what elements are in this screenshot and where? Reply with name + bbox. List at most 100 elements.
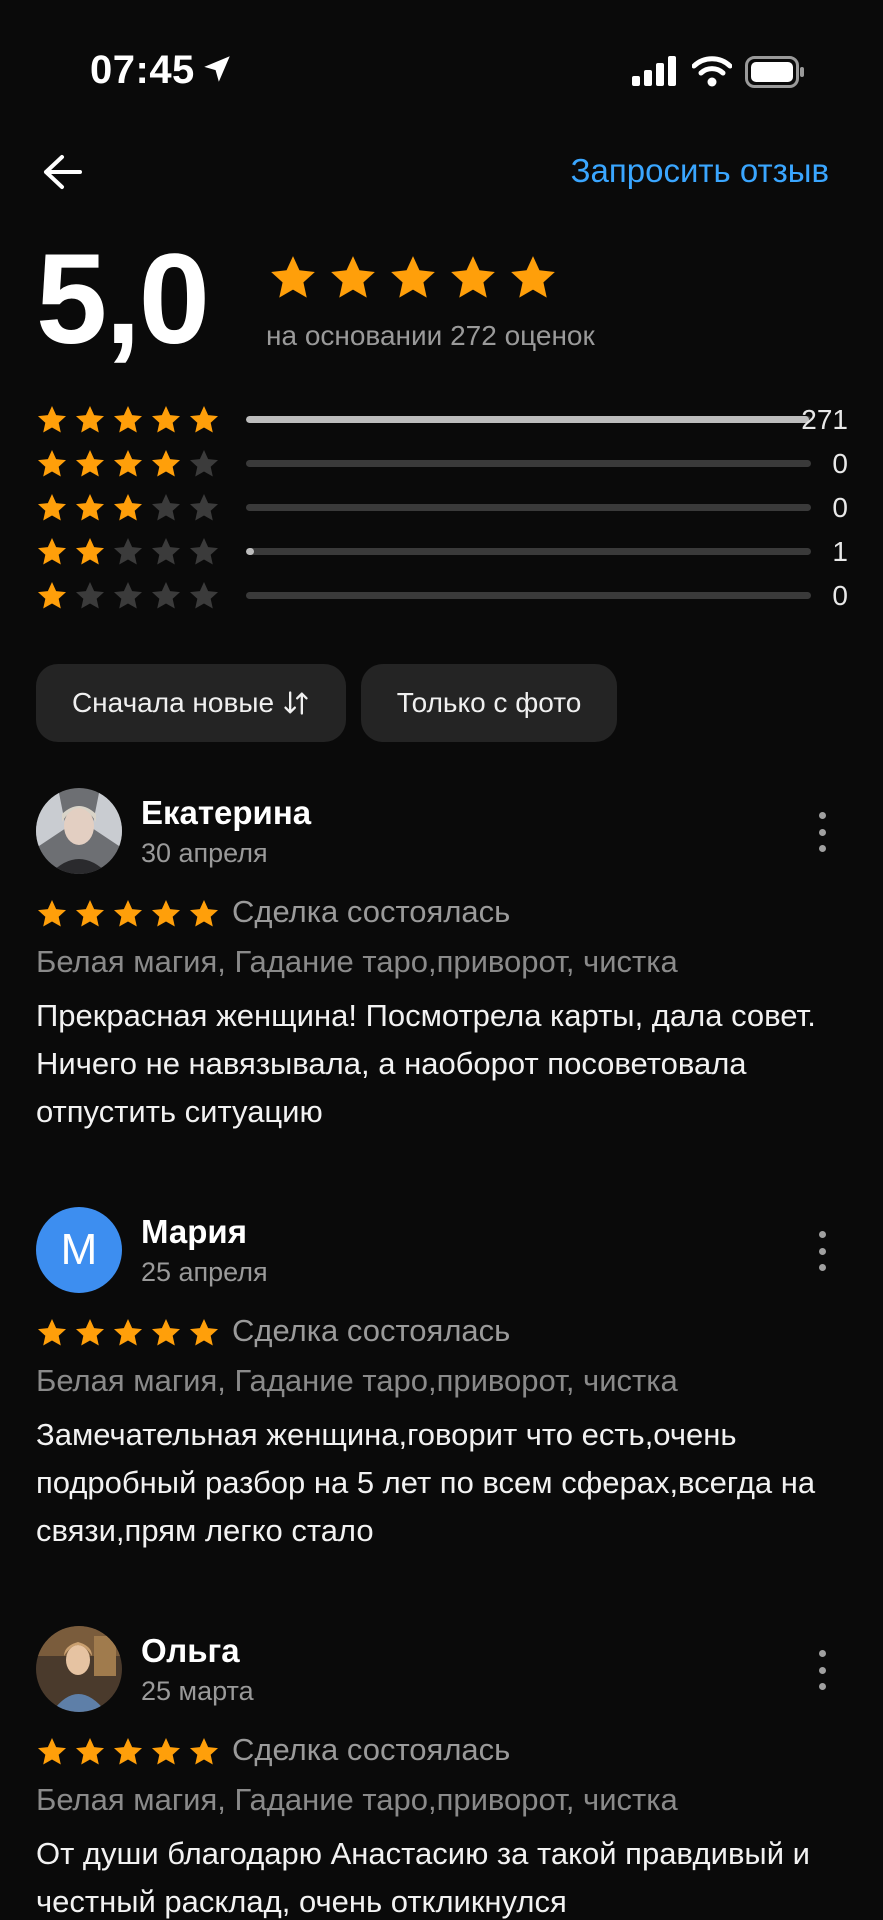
star-icon [38,1319,66,1346]
star-icon [38,582,66,609]
star-icon [38,1738,66,1765]
star-icon [114,1738,142,1765]
star-icon [391,256,435,298]
sort-arrows-icon [284,691,308,715]
rating-row-4: 0 [36,444,848,484]
rating-bar [246,504,811,511]
review-stars [36,1317,220,1349]
star-icon [331,256,375,298]
star-icon [114,582,142,609]
star-icon [271,256,315,298]
rating-row-2: 1 [36,532,848,572]
star-icon [76,1738,104,1765]
star-icon [152,582,180,609]
rating-count: 1 [832,536,848,567]
rating-count: 271 [801,404,848,435]
review-card: Екатерина 30 апреля Сделка состоялась Бе… [36,788,848,1138]
review-text: Замечательная женщина,говорит что есть,о… [36,1417,816,1548]
review-author: Екатерина [141,794,312,831]
rating-row-3: 0 [36,488,848,528]
more-options-icon[interactable] [812,1650,832,1690]
review-date: 25 апреля [141,1257,268,1287]
review-text: От души благодарю Анастасию за такой пра… [36,1836,810,1919]
star-icon [511,256,555,298]
avatar[interactable] [36,1626,122,1712]
star-icon [152,900,180,927]
rating-count: 0 [832,492,848,523]
deal-status: Сделка состоялась [232,1732,511,1767]
rating-count: 0 [832,448,848,479]
rating-bar [246,416,811,423]
star-icon [76,582,104,609]
star-icon [38,450,66,477]
battery-icon [745,56,804,88]
star-icon [38,538,66,565]
star-icon [152,1319,180,1346]
review-date: 30 апреля [141,838,268,868]
review-card: Ольга 25 марта Сделка состоялась Белая м… [36,1626,848,1920]
star-icon [38,494,66,521]
star-icon [38,406,66,433]
status-time: 07:45 [90,48,195,92]
star-icon [152,494,180,521]
star-icon [114,538,142,565]
back-button[interactable] [36,146,88,198]
star-icon [190,1319,218,1346]
rating-row-1: 0 [36,576,848,616]
star-icon [76,494,104,521]
review-stars [36,898,220,930]
star-icon [38,900,66,927]
average-rating-stars [268,253,558,303]
rating-bar [246,460,811,467]
avatar[interactable] [36,788,122,874]
review-author: Мария [141,1213,247,1250]
star-icon [76,538,104,565]
rating-count-caption: на основании 272 оценок [266,320,595,351]
deal-status: Сделка состоялась [232,1313,511,1348]
review-author: Ольга [141,1632,240,1669]
avatar[interactable]: М [36,1207,122,1293]
arrow-left-icon [44,155,82,189]
row-stars [36,580,220,612]
star-icon [76,900,104,927]
row-stars [36,448,220,480]
more-options-icon[interactable] [812,812,832,852]
star-icon [114,494,142,521]
sort-chip-label: Сначала новые [71,687,275,718]
wifi-icon [692,56,732,87]
photo-only-chip[interactable]: Только с фото [361,664,617,742]
star-icon [190,900,218,927]
star-icon [76,1319,104,1346]
star-icon [114,900,142,927]
deal-status: Сделка состоялась [232,894,511,929]
review-date: 25 марта [141,1676,254,1706]
rating-bar-fill [246,416,809,423]
star-icon [76,450,104,477]
cellular-signal-icon [632,56,676,86]
request-review-link[interactable]: Запросить отзыв [571,152,829,190]
star-icon [190,450,218,477]
review-categories: Белая магия, Гадание таро,приворот, чист… [36,1782,678,1817]
star-icon [152,406,180,433]
rating-bar [246,592,811,599]
star-icon [451,256,495,298]
rating-bar-fill [246,548,255,555]
review-text: Прекрасная женщина! Посмотрела карты, да… [36,998,816,1129]
review-categories: Белая магия, Гадание таро,приворот, чист… [36,944,678,979]
star-icon [114,406,142,433]
more-options-icon[interactable] [812,1231,832,1271]
review-categories: Белая магия, Гадание таро,приворот, чист… [36,1363,678,1398]
rating-count: 0 [832,580,848,611]
row-stars [36,536,220,568]
star-icon [190,582,218,609]
star-icon [114,450,142,477]
star-icon [76,406,104,433]
row-stars [36,492,220,524]
user-photo-icon [36,788,122,874]
review-stars [36,1736,220,1768]
location-arrow-icon [204,56,230,82]
rating-row-5: 271 [36,400,848,440]
star-icon [152,538,180,565]
sort-chip[interactable]: Сначала новые [36,664,346,742]
average-rating: 5,0 [36,228,210,371]
